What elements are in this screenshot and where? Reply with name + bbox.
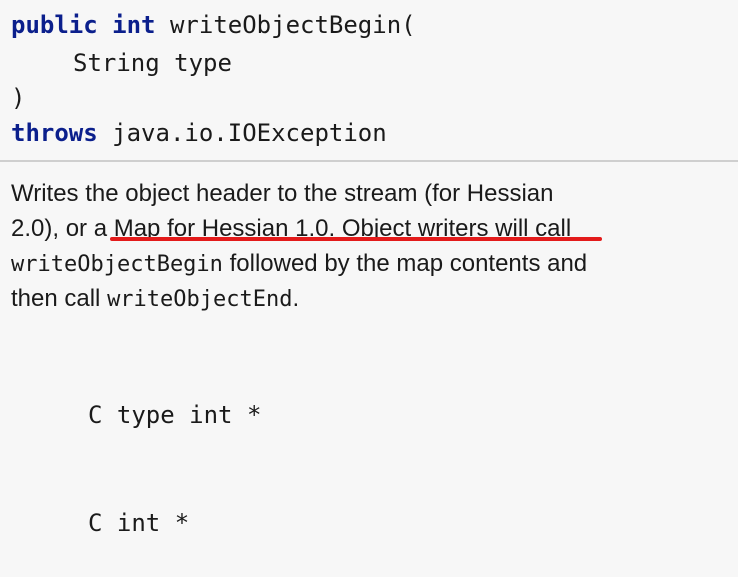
description-line-4-end: . <box>292 285 300 312</box>
throws-keyword: throws <box>11 119 98 147</box>
signature-line-parameter: String type <box>73 46 232 80</box>
code-line-1: C type int * <box>88 401 262 429</box>
description-line-3-text: followed by the map contents and <box>222 250 588 277</box>
signature-line-declaration: public int writeObjectBegin( <box>11 8 416 42</box>
signature-line-throws: throws java.io.IOException <box>11 116 387 150</box>
exception-type: java.io.IOException <box>112 119 387 147</box>
method-name: writeObjectBegin( <box>169 11 416 39</box>
method-description: Writes the object header to the stream (… <box>11 176 726 316</box>
param-type: String <box>73 49 160 77</box>
signature-close-paren: ) <box>11 84 26 112</box>
description-line-4-text: then call <box>11 285 108 312</box>
return-type-keyword: int <box>112 11 156 39</box>
code-ref-write-object-begin: writeObjectBegin <box>11 252 223 277</box>
code-block: C type int * C int * <box>88 325 261 577</box>
code-ref-write-object-end: writeObjectEnd <box>107 287 293 312</box>
description-line-1: Writes the object header to the stream (… <box>11 180 554 207</box>
description-line-3: writeObjectBegin followed by the map con… <box>11 246 726 281</box>
param-name: type <box>174 49 232 77</box>
description-line-4: then call writeObjectEnd. <box>11 281 726 316</box>
section-divider <box>0 160 738 162</box>
modifier-keyword: public <box>11 11 98 39</box>
method-signature: public int writeObjectBegin( String type… <box>0 0 738 160</box>
red-underline-annotation <box>110 237 602 241</box>
code-line-2: C int * <box>88 509 190 537</box>
